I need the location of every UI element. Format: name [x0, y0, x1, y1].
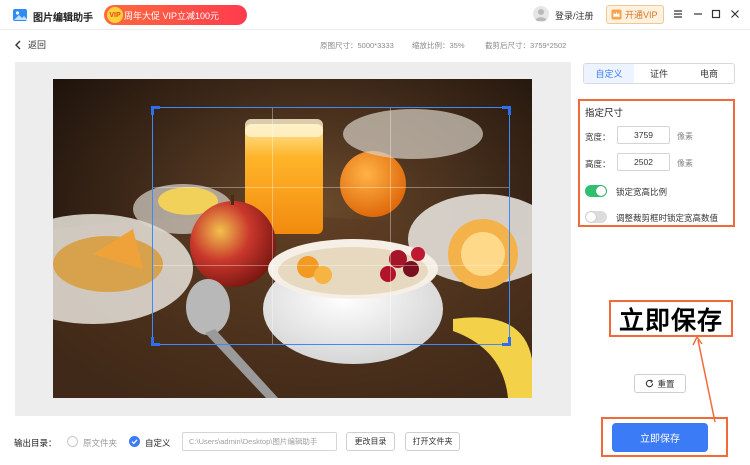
- output-dir-label: 输出目录：: [14, 438, 57, 448]
- mode-tabs: 自定义 证件 电商: [583, 63, 735, 84]
- crop-handle-bottom-left[interactable]: [151, 337, 160, 346]
- image-icon: [13, 9, 27, 21]
- tab-custom[interactable]: 自定义: [584, 64, 634, 83]
- reset-label: 重置: [657, 378, 675, 389]
- check-icon: [131, 439, 138, 445]
- title-bar: 图片编辑助手 VIP 周年大促 VIP立减100元 登录/注册 开通VIP: [0, 0, 750, 30]
- promo-vip-badge: VIP: [107, 7, 123, 23]
- crop-box[interactable]: [151, 106, 511, 346]
- user-icon: [535, 9, 547, 21]
- width-input[interactable]: 3759: [617, 126, 670, 144]
- tab-id-photo[interactable]: 证件: [634, 64, 684, 83]
- original-size: 原图尺寸：5000*3333: [320, 41, 394, 50]
- height-label: 高度：: [585, 159, 611, 169]
- radio-custom-folder[interactable]: [129, 436, 140, 447]
- promo-text: 周年大促 VIP立减100元: [124, 10, 220, 21]
- login-link[interactable]: 登录/注册: [555, 9, 594, 22]
- grid-line: [271, 108, 273, 344]
- lock-values-toggle[interactable]: [585, 211, 607, 223]
- height-unit: 像素: [677, 159, 693, 168]
- tab-ecommerce[interactable]: 电商: [684, 64, 734, 83]
- panel-title: 指定尺寸: [585, 108, 624, 119]
- crop-handle-top-left[interactable]: [151, 106, 160, 115]
- width-label: 宽度：: [585, 132, 611, 142]
- change-dir-button[interactable]: 更改目录: [346, 432, 395, 451]
- app-title: 图片编辑助手: [33, 13, 93, 24]
- lock-ratio-toggle[interactable]: [585, 185, 607, 197]
- output-path-input[interactable]: C:\Users\admin\Desktop\图片编辑助手: [182, 432, 337, 451]
- grid-line: [153, 265, 509, 267]
- vip-button[interactable]: 开通VIP: [606, 5, 664, 24]
- toggle-knob: [586, 212, 596, 222]
- vip-label: 开通VIP: [625, 10, 658, 20]
- reset-button[interactable]: 重置: [634, 374, 686, 393]
- vip-crown-icon: [611, 9, 622, 20]
- refresh-icon: [646, 379, 654, 388]
- lock-values-label: 调整裁剪框时锁定宽高数值: [616, 213, 719, 223]
- grid-line: [153, 186, 509, 188]
- height-input[interactable]: 2502: [617, 153, 670, 171]
- avatar[interactable]: [533, 6, 549, 22]
- save-annotation-callout: 立即保存: [609, 300, 733, 337]
- toggle-knob: [596, 186, 606, 196]
- lock-ratio-label: 锁定宽高比例: [616, 187, 668, 197]
- minimize-icon[interactable]: [692, 7, 704, 21]
- save-button[interactable]: 立即保存: [612, 423, 708, 452]
- crop-handle-top-right[interactable]: [502, 106, 511, 115]
- annotation-arrow-icon: [692, 336, 716, 423]
- close-icon[interactable]: [729, 7, 741, 21]
- grid-line: [390, 108, 392, 344]
- radio-original-folder[interactable]: [67, 436, 78, 447]
- radio-custom-label: 自定义: [145, 438, 171, 448]
- back-button[interactable]: 返回: [14, 38, 46, 51]
- promo-banner[interactable]: VIP 周年大促 VIP立减100元: [104, 5, 247, 25]
- back-label: 返回: [28, 40, 47, 50]
- radio-original-label: 原文件夹: [83, 438, 118, 448]
- menu-icon[interactable]: [672, 7, 684, 21]
- maximize-icon[interactable]: [710, 7, 722, 21]
- open-folder-button[interactable]: 打开文件夹: [405, 432, 460, 451]
- width-unit: 像素: [677, 132, 693, 141]
- size-panel: 指定尺寸 宽度： 3759 像素 高度： 2502 像素 锁定宽高比例 调整裁剪…: [578, 99, 735, 227]
- chevron-left-icon: [15, 40, 21, 49]
- cropped-size: 截剪后尺寸：3759*2502: [485, 41, 567, 50]
- scale-ratio: 缩放比例：35%: [412, 41, 465, 50]
- crop-handle-bottom-right[interactable]: [502, 337, 511, 346]
